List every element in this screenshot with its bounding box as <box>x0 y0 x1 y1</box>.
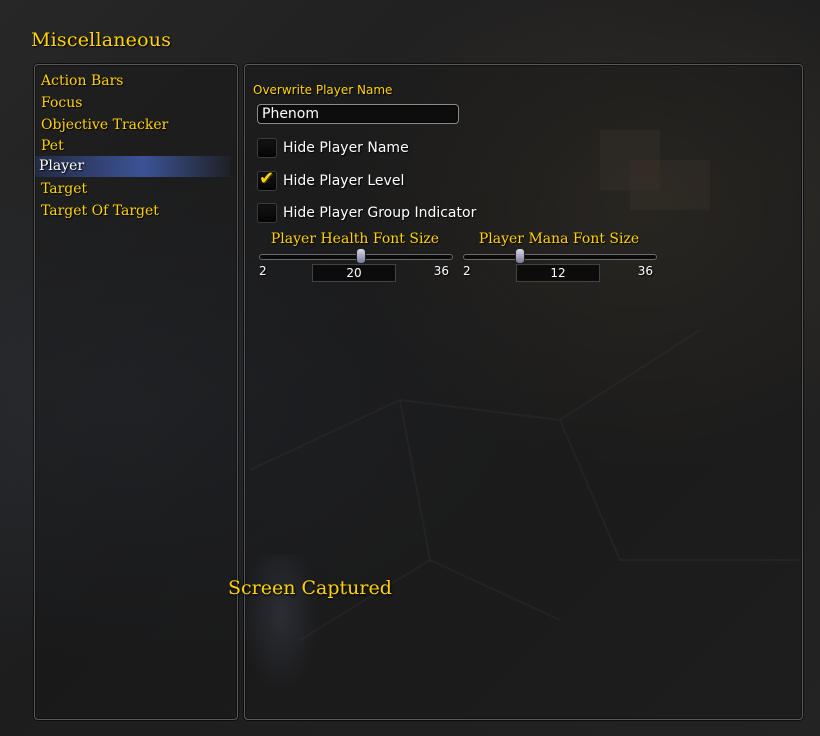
mana-font-size-label: Player Mana Font Size <box>478 231 640 247</box>
screen-captured-notification: Screen Captured <box>228 577 392 599</box>
hide-player-level-checkbox[interactable]: ✔ <box>257 168 277 191</box>
player-name-input[interactable]: Phenom <box>257 104 459 124</box>
mana-font-size-min: 2 <box>463 264 471 278</box>
window-title: Miscellaneous <box>31 29 172 51</box>
hide-player-name-checkbox[interactable] <box>257 138 277 158</box>
sidebar-item-focus[interactable]: Focus <box>41 93 82 114</box>
mana-font-size-thumb[interactable] <box>515 248 526 264</box>
mana-font-size-value[interactable]: 12 <box>516 264 600 282</box>
category-list-panel: Action Bars Focus Objective Tracker Pet … <box>34 64 238 720</box>
checkmark-icon: ✔ <box>259 168 275 189</box>
hide-player-group-indicator-checkbox[interactable] <box>257 203 277 223</box>
sidebar-item-pet[interactable]: Pet <box>41 136 64 157</box>
health-font-size-min: 2 <box>259 264 267 278</box>
hide-player-group-indicator-label: Hide Player Group Indicator <box>283 205 477 221</box>
sidebar-item-action-bars[interactable]: Action Bars <box>41 71 123 92</box>
overwrite-name-label: Overwrite Player Name <box>253 83 393 97</box>
sidebar-item-target[interactable]: Target <box>41 179 87 200</box>
health-font-size-slider[interactable]: Player Health Font Size 2 36 20 <box>257 231 457 287</box>
health-font-size-label: Player Health Font Size <box>270 231 440 247</box>
mana-font-size-slider[interactable]: Player Mana Font Size 2 36 12 <box>461 231 661 287</box>
hide-player-level-label: Hide Player Level <box>283 173 405 189</box>
mana-font-size-max: 36 <box>637 264 653 278</box>
health-font-size-value[interactable]: 20 <box>312 264 396 282</box>
health-font-size-max: 36 <box>433 264 449 278</box>
player-settings-panel: Overwrite Player Name Phenom Hide Player… <box>244 64 803 720</box>
sidebar-item-objective-tracker[interactable]: Objective Tracker <box>41 115 168 136</box>
mana-font-size-track[interactable] <box>463 254 657 260</box>
sidebar-item-target-of-target[interactable]: Target Of Target <box>41 201 159 222</box>
sidebar-item-player[interactable]: Player <box>35 156 231 177</box>
hide-player-name-label: Hide Player Name <box>283 140 409 156</box>
health-font-size-thumb[interactable] <box>355 248 366 264</box>
